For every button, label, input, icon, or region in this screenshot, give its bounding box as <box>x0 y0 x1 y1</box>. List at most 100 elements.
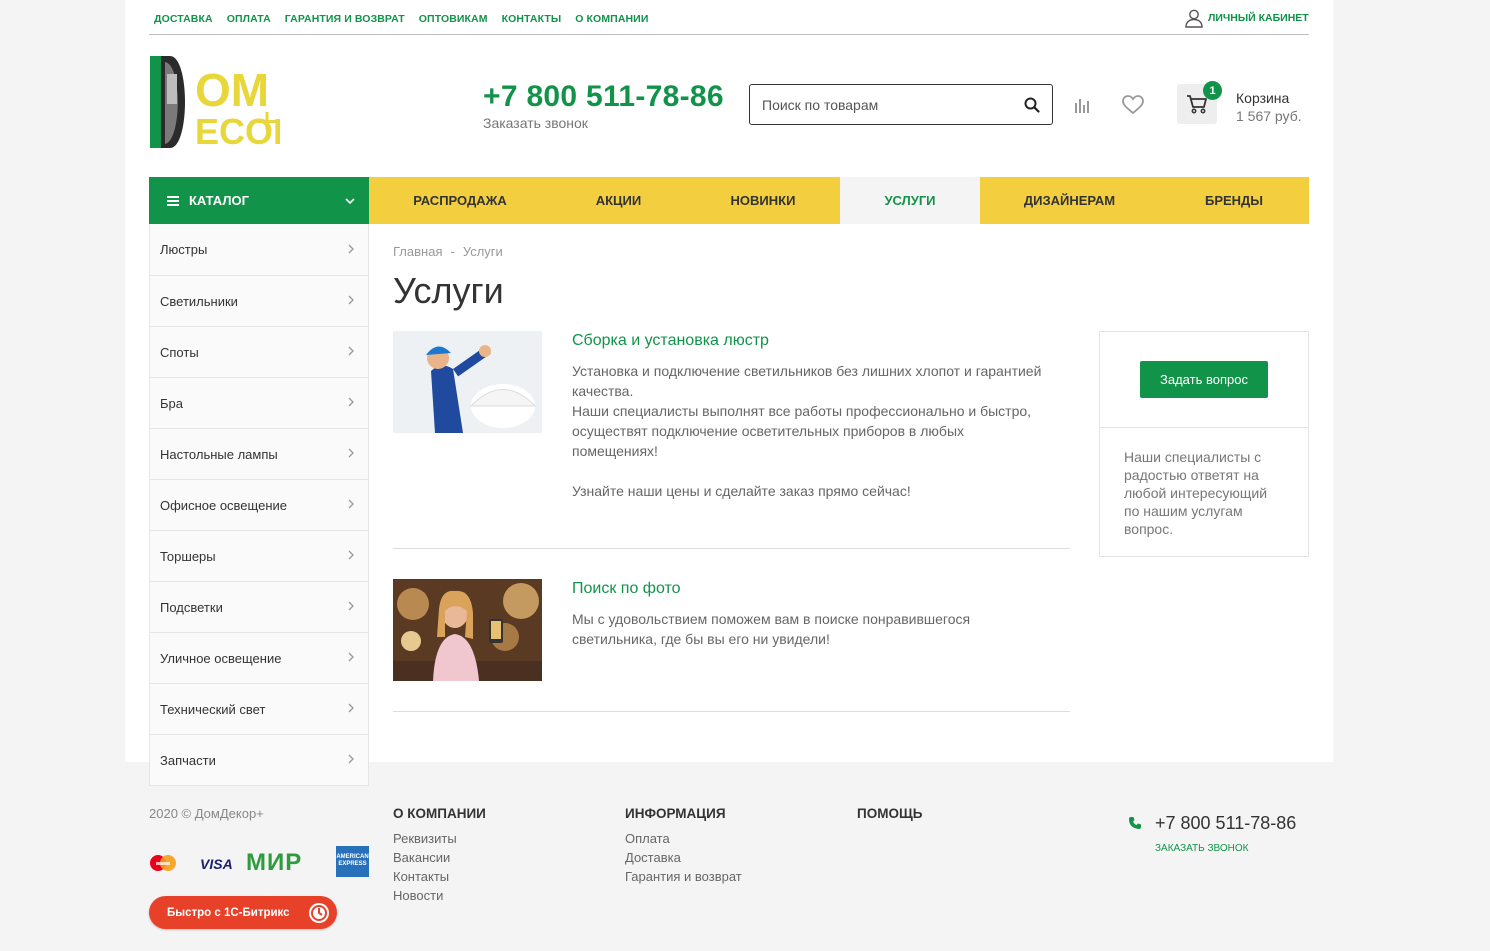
logo[interactable]: OM ECOR <box>150 54 299 152</box>
bitrix-clock-icon <box>309 903 329 923</box>
chevron-right-icon <box>348 447 354 461</box>
search-icon[interactable] <box>1024 97 1040 113</box>
sidebar-item[interactable]: Бра <box>150 377 368 428</box>
top-nav-about[interactable]: О КОМПАНИИ <box>575 13 648 25</box>
personal-cabinet-link[interactable]: ЛИЧНЫЙ КАБИНЕТ <box>1184 8 1309 28</box>
amex-logo: AMERICAN EXPRESS <box>336 846 369 877</box>
sidebar-item-label: Уличное освещение <box>160 650 282 666</box>
search-box <box>749 84 1053 125</box>
catalog-button[interactable]: КАТАЛОГ <box>149 177 369 224</box>
catalog-sidebar: Люстры Светильники Споты Бра Настольные ламп… <box>149 224 369 786</box>
top-nav-payment[interactable]: ОПЛАТА <box>227 13 271 25</box>
ask-divider <box>1100 427 1308 428</box>
service-text-spacer <box>572 461 1047 481</box>
sidebar-item[interactable]: Технический свет <box>150 683 368 734</box>
compare-icon[interactable] <box>1073 95 1093 120</box>
sidebar-item[interactable]: Уличное освещение <box>150 632 368 683</box>
service-divider <box>393 711 1070 712</box>
footer-col-info: ИНФОРМАЦИЯ Оплата Доставка Гарантия и во… <box>625 806 742 886</box>
sidebar-item[interactable]: Споты <box>150 326 368 377</box>
hamburger-icon <box>167 195 179 206</box>
top-nav-delivery[interactable]: ДОСТАВКА <box>154 13 213 25</box>
service-divider <box>393 548 1070 549</box>
footer-col-title: ИНФОРМАЦИЯ <box>625 806 726 821</box>
main-nav-item[interactable]: РАСПРОДАЖА <box>369 177 551 224</box>
search-input[interactable] <box>762 96 1024 113</box>
bitrix-label: Быстро с 1С-Битрикс <box>167 906 290 919</box>
sidebar-item[interactable]: Подсветки <box>150 581 368 632</box>
breadcrumb-home[interactable]: Главная <box>393 244 442 259</box>
chevron-right-icon <box>348 498 354 512</box>
main-nav-item[interactable]: НОВИНКИ <box>686 177 840 224</box>
cart-label[interactable]: Корзина <box>1236 90 1289 106</box>
breadcrumb-current: Услуги <box>462 244 503 259</box>
service-description-installation: Установка и подключение светильников без… <box>572 361 1047 501</box>
chevron-right-icon <box>348 702 354 716</box>
footer-col-title: О КОМПАНИИ <box>393 806 486 821</box>
service-image-photo-search[interactable] <box>393 579 542 681</box>
phone-icon <box>1128 816 1142 835</box>
callback-link[interactable]: Заказать звонок <box>483 115 588 131</box>
service-text-line: Узнайте наши цены и сделайте заказ прямо… <box>572 483 911 499</box>
top-nav: ДОСТАВКА ОПЛАТА ГАРАНТИЯ И ВОЗВРАТ ОПТОВ… <box>154 13 648 25</box>
chevron-right-icon <box>348 345 354 359</box>
ask-question-button[interactable]: Задать вопрос <box>1140 361 1268 398</box>
personal-cabinet-label: ЛИЧНЫЙ КАБИНЕТ <box>1208 12 1309 24</box>
service-text-line: Установка и подключение светильников без… <box>572 363 1042 399</box>
footer-link[interactable]: Доставка <box>625 848 742 867</box>
main-nav-item[interactable]: ДИЗАЙНЕРАМ <box>980 177 1159 224</box>
sidebar-item-label: Споты <box>160 344 199 360</box>
sidebar-item[interactable]: Офисное освещение <box>150 479 368 530</box>
sidebar-item-label: Бра <box>160 395 183 411</box>
service-text-line: Мы с удовольствием поможем вам в поиске … <box>572 611 971 647</box>
service-text-line: Наши специалисты выполнят все работы про… <box>572 403 1032 459</box>
sidebar-item[interactable]: Торшеры <box>150 530 368 581</box>
top-nav-contacts[interactable]: КОНТАКТЫ <box>502 13 562 25</box>
footer-link[interactable]: Гарантия и возврат <box>625 867 742 886</box>
bitrix-badge[interactable]: Быстро с 1С-Битрикс <box>149 896 337 929</box>
main-nav: РАСПРОДАЖА АКЦИИ НОВИНКИ УСЛУГИ ДИЗАЙНЕРАМ БР… <box>369 177 1309 224</box>
service-title-installation[interactable]: Сборка и установка люстр <box>572 332 769 350</box>
main-nav-item[interactable]: БРЕНДЫ <box>1159 177 1309 224</box>
footer-col-help: ПОМОЩЬ <box>857 806 922 821</box>
sidebar-item[interactable]: Люстры <box>150 224 368 275</box>
sidebar-item[interactable]: Светильники <box>150 275 368 326</box>
top-nav-warranty[interactable]: ГАРАНТИЯ И ВОЗВРАТ <box>285 13 405 25</box>
sidebar-item-label: Запчасти <box>160 752 216 768</box>
ask-question-box: Задать вопрос Наши специалисты с радость… <box>1099 331 1309 557</box>
footer-col-title: ПОМОЩЬ <box>857 806 923 821</box>
chevron-right-icon <box>348 651 354 665</box>
service-title-photo-search[interactable]: Поиск по фото <box>572 580 681 598</box>
footer-phone[interactable]: +7 800 511-78-86 <box>1155 813 1296 834</box>
sidebar-item-label: Технический свет <box>160 701 266 717</box>
chevron-down-icon <box>345 197 355 204</box>
main-nav-item[interactable]: АКЦИИ <box>551 177 686 224</box>
chevron-right-icon <box>348 600 354 614</box>
footer-link[interactable]: Оплата <box>625 829 742 848</box>
footer-col-company: О КОМПАНИИ Реквизиты Вакансии Контакты Н… <box>393 806 486 905</box>
top-nav-wholesale[interactable]: ОПТОВИКАМ <box>419 13 488 25</box>
cart-count-badge: 1 <box>1203 81 1222 100</box>
heart-icon[interactable] <box>1121 94 1145 121</box>
chevron-right-icon <box>348 396 354 410</box>
chevron-right-icon <box>348 753 354 767</box>
ask-description: Наши специалисты с радостью ответят на л… <box>1124 449 1268 537</box>
footer-link[interactable]: Вакансии <box>393 848 486 867</box>
footer-link[interactable]: Реквизиты <box>393 829 486 848</box>
logo-mark: OM ECOR <box>150 56 299 152</box>
page-title: Услуги <box>393 270 504 311</box>
footer-callback-link[interactable]: ЗАКАЗАТЬ ЗВОНОК <box>1155 843 1248 854</box>
service-image-installation[interactable] <box>393 331 542 433</box>
chevron-right-icon <box>348 243 354 257</box>
breadcrumb: Главная - Услуги <box>393 244 503 259</box>
cart-sum: 1 567 руб. <box>1236 108 1302 124</box>
service-description-photo-search: Мы с удовольствием поможем вам в поиске … <box>572 609 1047 649</box>
footer-link[interactable]: Контакты <box>393 867 486 886</box>
sidebar-item[interactable]: Настольные лампы <box>150 428 368 479</box>
chevron-right-icon <box>348 294 354 308</box>
sidebar-item[interactable]: Запчасти <box>150 734 368 785</box>
visa-logo: VISA <box>200 856 233 872</box>
header-phone[interactable]: +7 800 511-78-86 <box>483 80 724 114</box>
footer-link[interactable]: Новости <box>393 886 486 905</box>
main-nav-item[interactable]: УСЛУГИ <box>840 177 980 224</box>
